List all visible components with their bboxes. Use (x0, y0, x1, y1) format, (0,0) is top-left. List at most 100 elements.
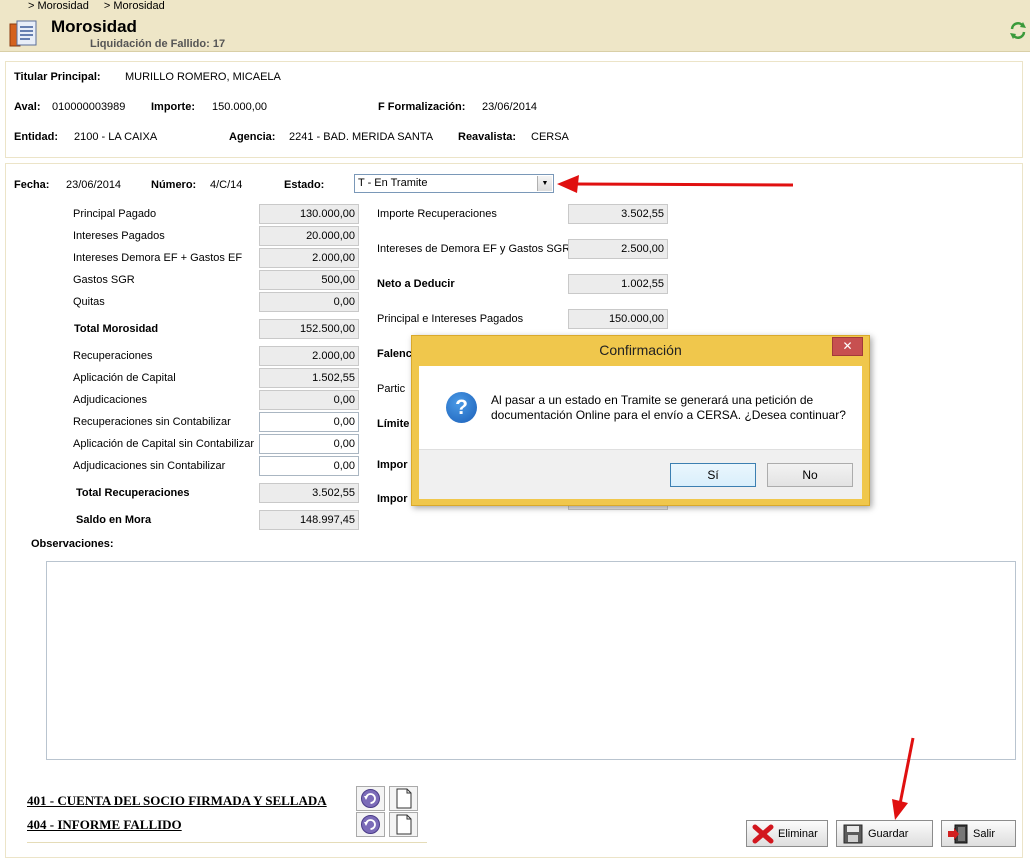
principal-pagado-value: 130.000,00 (259, 204, 359, 224)
recuperaciones-value: 2.000,00 (259, 346, 359, 366)
doc-file-button[interactable] (389, 786, 418, 811)
breadcrumb: > Morosidad > Morosidad (28, 0, 177, 12)
numero-value: 4/C/14 (210, 179, 243, 191)
aplicacion-capital-sin-contabilizar-input[interactable]: 0,00 (259, 434, 359, 454)
dialog-footer: Sí No (419, 449, 862, 499)
importe-recuperaciones-label: Importe Recuperaciones (377, 208, 497, 220)
intereses-demora-value: 2.000,00 (259, 248, 359, 268)
eliminar-button[interactable]: Eliminar (746, 820, 828, 847)
estado-label: Estado: (284, 179, 325, 191)
falencia-label: Falenc (377, 348, 412, 360)
fecha-value: 23/06/2014 (66, 179, 122, 191)
recuperaciones-label: Recuperaciones (73, 350, 153, 362)
question-icon: ? (446, 392, 477, 423)
principal-pagado-label: Principal Pagado (73, 208, 157, 220)
salir-button[interactable]: Salir (941, 820, 1016, 847)
doc-view-button[interactable] (356, 786, 385, 811)
intereses-pagados-label: Intereses Pagados (73, 230, 165, 242)
aplicacion-capital-sin-contabilizar-label: Aplicación de Capital sin Contabilizar (73, 438, 254, 450)
blank-document-icon (396, 788, 412, 809)
reavalista-label: Reavalista: (458, 131, 517, 143)
refresh-icon[interactable] (1008, 20, 1028, 40)
saldo-en-mora-label: Saldo en Mora (76, 514, 152, 526)
intereses-demora-label: Intereses Demora EF + Gastos EF (73, 252, 243, 264)
confirmation-dialog: Confirmación ✕ ? Al pasar a un estado en… (411, 335, 870, 506)
observaciones-label: Observaciones: (31, 538, 114, 550)
adjudicaciones-sin-contabilizar-input[interactable]: 0,00 (259, 456, 359, 476)
eliminar-label: Eliminar (778, 827, 818, 840)
agencia-label: Agencia: (229, 131, 276, 143)
recuperaciones-sin-contabilizar-input[interactable]: 0,00 (259, 412, 359, 432)
intereses-demora-gastos-value: 2.500,00 (568, 239, 668, 259)
breadcrumb-item[interactable]: > Morosidad (104, 0, 165, 12)
neto-a-deducir-label: Neto a Deducir (377, 278, 455, 290)
doc-view-button[interactable] (356, 812, 385, 837)
close-icon[interactable]: ✕ (832, 337, 863, 356)
annotation-arrow-icon (557, 175, 794, 193)
total-recuperaciones-label: Total Recuperaciones (76, 487, 190, 499)
neto-a-deducir-value: 1.002,55 (568, 274, 668, 294)
total-recuperaciones-value: 3.502,55 (259, 483, 359, 503)
quitas-label: Quitas (73, 296, 105, 308)
document-link-404[interactable]: 404 - INFORME FALLIDO (27, 817, 182, 833)
quitas-value: 0,00 (259, 292, 359, 312)
page-title: Morosidad (51, 17, 137, 36)
no-button[interactable]: No (767, 463, 853, 487)
breadcrumb-item[interactable]: > Morosidad (28, 0, 89, 12)
estado-selected-value: T - En Tramite (358, 177, 428, 189)
dialog-body: ? Al pasar a un estado en Tramite se gen… (419, 366, 862, 499)
yes-button[interactable]: Sí (670, 463, 756, 487)
principal-intereses-pagados-label: Principal e Intereses Pagados (377, 313, 524, 325)
header-bar: > Morosidad > Morosidad Morosidad Liquid… (0, 0, 1030, 52)
participacion-label: Partic (377, 383, 406, 395)
aval-label: Aval: (14, 101, 41, 113)
exit-door-icon (948, 824, 968, 843)
aplicacion-capital-label: Aplicación de Capital (73, 372, 176, 384)
importe-recuperaciones-value: 3.502,55 (568, 204, 668, 224)
recuperaciones-sin-contabilizar-label: Recuperaciones sin Contabilizar (73, 416, 231, 428)
reavalista-value: CERSA (531, 131, 569, 143)
gastos-sgr-value: 500,00 (259, 270, 359, 290)
annotation-arrow-icon (892, 737, 915, 820)
agencia-value: 2241 - BAD. MERIDA SANTA (289, 131, 434, 143)
salir-label: Salir (973, 827, 996, 840)
total-morosidad-value: 152.500,00 (259, 319, 359, 339)
titular-label: Titular Principal: (14, 71, 101, 83)
intereses-demora-gastos-label: Intereses de Demora EF y Gastos SGR (377, 243, 571, 255)
blank-document-icon (396, 814, 412, 835)
principal-intereses-pagados-value: 150.000,00 (568, 309, 668, 329)
aplicacion-capital-value: 1.502,55 (259, 368, 359, 388)
f-formalizacion-value: 23/06/2014 (482, 101, 538, 113)
saldo-en-mora-value: 148.997,45 (259, 510, 359, 530)
guardar-button[interactable]: Guardar (836, 820, 933, 847)
circular-arrow-icon (361, 815, 380, 834)
total-morosidad-label: Total Morosidad (74, 323, 159, 335)
entidad-value: 2100 - LA CAIXA (74, 131, 158, 143)
importe-label: Importe: (151, 101, 195, 113)
f-formalizacion-label: F Formalización: (378, 101, 466, 113)
dialog-message: Al pasar a un estado en Tramite se gener… (491, 393, 846, 422)
guardar-label: Guardar (868, 827, 909, 840)
adjudicaciones-sin-contabilizar-label: Adjudicaciones sin Contabilizar (73, 460, 226, 472)
doc-file-button[interactable] (389, 812, 418, 837)
gastos-sgr-label: Gastos SGR (73, 274, 135, 286)
limite-label: Límite (377, 418, 410, 430)
aval-value: 010000003989 (52, 101, 126, 113)
importe-value: 150.000,00 (212, 101, 268, 113)
adjudicaciones-value: 0,00 (259, 390, 359, 410)
importe-label-b: Impor (377, 493, 408, 505)
intereses-pagados-value: 20.000,00 (259, 226, 359, 246)
divider (27, 842, 427, 843)
dialog-title: Confirmación (599, 342, 682, 358)
observaciones-textarea[interactable] (46, 561, 1016, 760)
document-link-401[interactable]: 401 - CUENTA DEL SOCIO FIRMADA Y SELLADA (27, 793, 327, 809)
titular-value: MURILLO ROMERO, MICAELA (125, 71, 281, 83)
numero-label: Número: (151, 179, 197, 191)
floppy-disk-icon (843, 824, 863, 843)
circular-arrow-icon (361, 789, 380, 808)
estado-select[interactable]: T - En Tramite ▼ (354, 174, 554, 193)
fecha-label: Fecha: (14, 179, 50, 191)
page-subtitle: Liquidación de Fallido: 17 (90, 38, 226, 50)
importe-label-a: Impor (377, 459, 408, 471)
chevron-down-icon[interactable]: ▼ (537, 176, 552, 191)
